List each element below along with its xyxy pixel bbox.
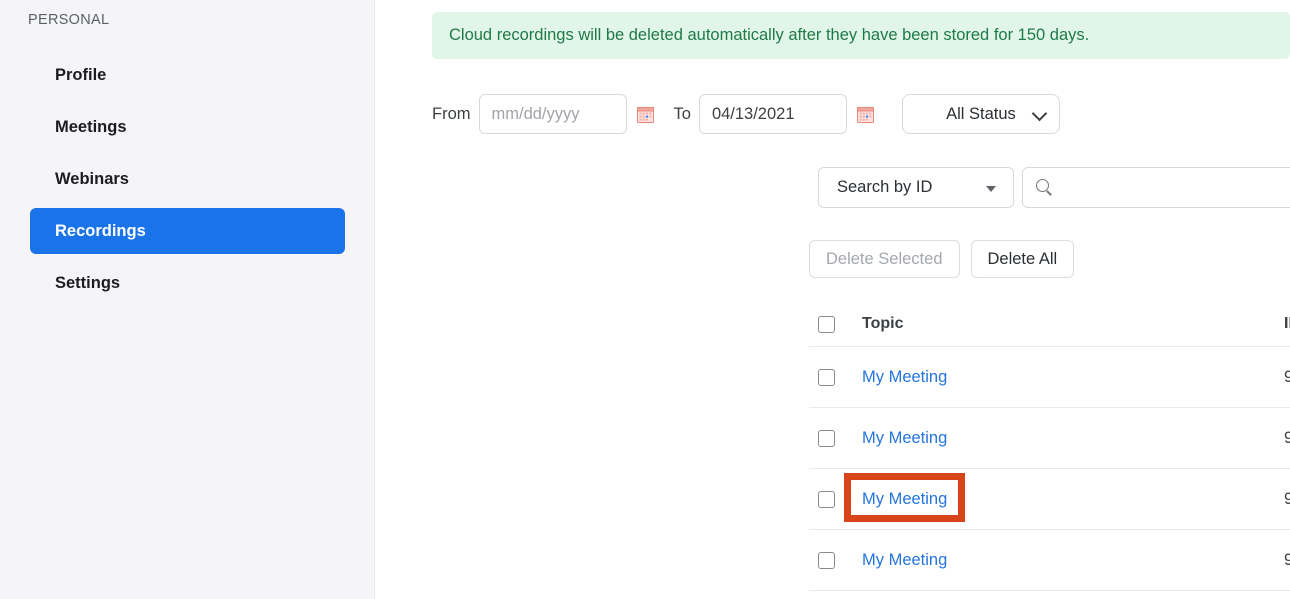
sidebar-item-label: Profile	[55, 65, 107, 84]
retention-notice-text: Cloud recordings will be deleted automat…	[449, 26, 1090, 44]
cell-topic: My Meeting	[862, 490, 1284, 509]
sidebar-section-label: PERSONAL	[28, 12, 110, 28]
cell-topic: My Meeting	[862, 429, 1284, 448]
row-checkbox[interactable]	[818, 551, 835, 569]
delete-all-button[interactable]: Delete All	[970, 240, 1075, 278]
chevron-down-icon	[1031, 105, 1048, 122]
row-select-cell	[809, 429, 862, 447]
select-all-checkbox[interactable]	[818, 315, 835, 333]
search-by-value: Search by ID	[837, 178, 933, 196]
row-select-cell	[809, 490, 862, 508]
sidebar-item-recordings[interactable]: Recordings	[30, 208, 345, 254]
sidebar-item-webinars[interactable]: Webinars	[30, 156, 345, 202]
sidebar-item-settings[interactable]: Settings	[30, 260, 345, 306]
calendar-icon[interactable]	[856, 106, 874, 123]
row-select-cell	[809, 551, 862, 569]
date-filter-row: From mm/dd/yyyy To 04/13/2021 All Status	[432, 94, 1060, 134]
select-all-cell	[809, 315, 862, 333]
recording-topic-link[interactable]: My Meeting	[862, 429, 947, 447]
sidebar: PERSONAL Profile Meetings Webinars Recordin…	[0, 0, 375, 599]
main-content: Cloud recordings will be deleted automat…	[375, 0, 1290, 599]
to-date-value: 04/13/2021	[711, 104, 795, 123]
row-checkbox[interactable]	[818, 368, 835, 386]
cell-id: 968 1364 4970	[1284, 550, 1290, 569]
to-date-input[interactable]: 04/13/2021	[698, 94, 847, 134]
row-select-cell	[809, 368, 862, 386]
sidebar-item-meetings[interactable]: Meetings	[30, 104, 345, 150]
sidebar-item-profile[interactable]: Profile	[30, 52, 345, 98]
from-date-input[interactable]: mm/dd/yyyy	[478, 94, 627, 134]
search-icon	[1036, 178, 1054, 197]
to-label: To	[673, 104, 691, 123]
recordings-page: PERSONAL Profile Meetings Webinars Recordin…	[0, 0, 1290, 599]
sidebar-item-label: Webinars	[55, 169, 129, 188]
delete-selected-button[interactable]: Delete Selected	[809, 240, 960, 278]
cell-topic: My Meeting	[862, 368, 1284, 387]
status-filter-value: All Status	[946, 104, 1016, 123]
retention-notice-banner: Cloud recordings will be deleted automat…	[432, 12, 1290, 59]
table-row: My Meeting968 1364 4970Feb 24, 2021 04:5…	[809, 530, 1290, 591]
search-row: Search by ID Search Export	[818, 167, 1290, 208]
table-body: My Meeting925 6861 2324Feb 24, 2021 05:3…	[809, 347, 1290, 591]
recording-topic-link[interactable]: My Meeting	[862, 368, 947, 386]
calendar-icon[interactable]	[636, 106, 654, 123]
recordings-table: Topic ID Start Time My Meeting 925 6861 2…	[809, 302, 1290, 591]
caret-down-icon	[986, 185, 996, 192]
search-input[interactable]	[1022, 167, 1290, 208]
column-header-id: ID	[1284, 315, 1290, 332]
sidebar-nav: Profile Meetings Webinars Recordings Setting…	[0, 52, 375, 312]
cell-id: 925 6861 2324	[1284, 489, 1290, 508]
sidebar-item-label: Settings	[55, 273, 121, 292]
from-date-value: mm/dd/yyyy	[491, 104, 580, 123]
table-row: My Meeting925 6861 2324Feb 24, 2021 05:1…	[809, 469, 1290, 530]
cell-id: 925 6861 2324	[1284, 367, 1290, 386]
recording-topic-link[interactable]: My Meeting	[862, 490, 947, 508]
sidebar-item-label: Recordings	[55, 221, 146, 240]
cell-id: 925 6861 2324	[1284, 428, 1290, 447]
table-row: My Meeting925 6861 2324Feb 24, 2021 05:2…	[809, 408, 1290, 469]
row-checkbox[interactable]	[818, 429, 835, 447]
bulk-actions-row: Delete Selected Delete All	[809, 240, 1075, 278]
recording-topic-link[interactable]: My Meeting	[862, 551, 947, 569]
table-row: My Meeting925 6861 2324Feb 24, 2021 05:3…	[809, 347, 1290, 408]
row-checkbox[interactable]	[818, 490, 835, 508]
column-header-topic: Topic	[862, 315, 904, 332]
search-by-select[interactable]: Search by ID	[818, 167, 1014, 208]
cell-topic: My Meeting	[862, 551, 1284, 570]
from-label: From	[432, 104, 471, 123]
table-header-row: Topic ID Start Time	[809, 302, 1290, 347]
sidebar-item-label: Meetings	[55, 117, 127, 136]
status-filter-select[interactable]: All Status	[901, 94, 1060, 134]
